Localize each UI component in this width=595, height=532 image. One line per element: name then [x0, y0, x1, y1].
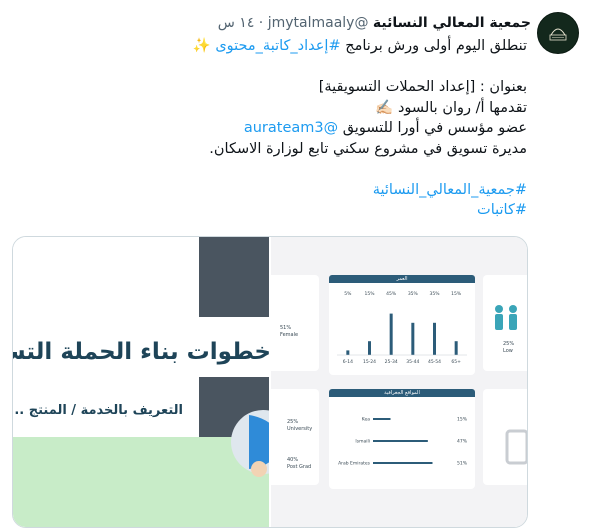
age-card: العمر 5% 6-14 15% 15-24 45% 25-34 35% 35-44 35% 4… [329, 275, 475, 375]
geo-bar [373, 418, 391, 420]
stat-card-education: 25% University 40% Post Grad [271, 389, 319, 485]
age-chart: 5% 6-14 15% 15-24 45% 25-34 35% 35-44 35% 45-54 15… [337, 291, 467, 365]
line-text: تقدمها أ/ روان بالسود ✍🏻 [375, 99, 527, 116]
age-bar [433, 322, 436, 355]
line-text: مديرة تسويق في مشروع سكني تابع لوزارة ال… [209, 140, 527, 157]
header-separator: · [258, 15, 264, 31]
tweet-line: بعنوان : [إعداد الحملات التسويقية] [107, 77, 527, 98]
geo-chart: Kea 15% Ismaili 47% Arab Emirates 51% [338, 417, 468, 467]
tweet-line: عضو مؤسس في أورا للتسويق @aurateam3 [107, 118, 527, 139]
age-bar [346, 350, 350, 355]
age-percent: 15% [364, 291, 375, 297]
geo-card-header: المواقع الجغرافية [329, 389, 475, 397]
bullet-text: التعريف بالخدمة / المنتج ... [13, 403, 183, 418]
media-gallery[interactable]: خطوات بناء الحملة التسويقية التعريف بالخ… [12, 236, 528, 528]
geo-card: المواقع الجغرافية Kea 15% Ismaili 47% Arab E… [329, 389, 475, 489]
avatar[interactable] [537, 12, 579, 54]
geo-label: Arab Emirates [338, 461, 371, 467]
tweet-line: #جمعية_المعالي_النسائية [107, 180, 527, 201]
tweet-line: مديرة تسويق في مشروع سكني تابع لوزارة ال… [107, 139, 527, 160]
hashtag-link[interactable]: #كاتبات [477, 202, 527, 218]
line-text: تنطلق اليوم أولى ورش برنامج [340, 38, 527, 54]
stat-card-gender: 51% Female [271, 275, 319, 371]
age-label: 15-24 [363, 359, 376, 365]
stat-university-label: University [287, 426, 313, 432]
age-label: 65+ [451, 359, 461, 365]
tweet-header: جمعية المعالي النسائية @jmytalmaaly · ١٤… [218, 14, 531, 32]
age-percent: 15% [451, 291, 462, 297]
tweet[interactable]: جمعية المعالي النسائية @jmytalmaaly · ١٤… [0, 0, 595, 532]
hashtag-link[interactable]: #جمعية_المعالي_النسائية [373, 182, 527, 198]
slide-bullet: التعريف بالخدمة / المنتج ... • [13, 403, 183, 418]
geo-bar [373, 462, 433, 464]
tweet-line: تنطلق اليوم أولى ورش برنامج #إعداد_كاتبة… [107, 36, 527, 57]
age-label: 25-34 [385, 359, 398, 365]
hashtag-link[interactable]: #إعداد_كاتبة_محتوى [215, 38, 340, 54]
age-bar [389, 313, 393, 355]
stat-postgrad-pct: 40% [287, 457, 299, 463]
age-percent: 5% [344, 291, 352, 297]
line-text: بعنوان : [إعداد الحملات التسويقية] [318, 79, 527, 95]
age-label: 6-14 [343, 359, 353, 365]
stat-postgrad-label: Post Grad [287, 464, 312, 470]
tweet-line: تقدمها أ/ روان بالسود ✍🏻 [107, 98, 527, 119]
age-label: 45-54 [428, 359, 441, 365]
stat-female-pct: 51% [280, 325, 292, 331]
age-label: 35-44 [406, 359, 419, 365]
stat-card-device [483, 389, 527, 485]
stat-female-label: Female [280, 332, 299, 338]
line-text: عضو مؤسس في أورا للتسويق [338, 120, 527, 136]
sparkles-emoji: ✨ [192, 38, 216, 54]
mention-link[interactable]: @aurateam3 [244, 120, 338, 136]
age-percent: 45% [386, 291, 397, 297]
tweet-line: #كاتبات [107, 200, 527, 221]
geo-percent: 15% [457, 417, 468, 423]
geo-label: Kea [362, 417, 370, 423]
age-percent: 35% [429, 291, 440, 297]
age-card-header: العمر [329, 275, 475, 283]
geo-bar [373, 440, 428, 442]
geo-label: Ismaili [355, 439, 370, 445]
stat-university-pct: 25% [287, 419, 299, 425]
media-image-2[interactable]: 51% Female 25% University 40% Post Grad … [271, 237, 527, 527]
stat-low-label: Low [503, 348, 513, 354]
device-icon [505, 429, 527, 465]
media-image-1[interactable]: خطوات بناء الحملة التسويقية التعريف بالخ… [13, 237, 269, 527]
people-icon [495, 305, 517, 330]
author-name[interactable]: جمعية المعالي النسائية [373, 15, 531, 31]
stat-low-pct: 25% [503, 341, 515, 347]
geo-percent: 47% [457, 439, 468, 445]
age-percent: 35% [408, 291, 419, 297]
age-bar [368, 341, 371, 355]
tweet-time[interactable]: ١٤ س [218, 15, 255, 31]
age-bar [411, 322, 415, 355]
author-handle[interactable]: @jmytalmaaly [268, 15, 369, 31]
geo-percent: 51% [457, 461, 468, 467]
age-bar [454, 341, 458, 355]
stat-card-people: 25% Low [483, 275, 527, 371]
tweet-text: تنطلق اليوم أولى ورش برنامج #إعداد_كاتبة… [107, 36, 527, 221]
slide-title: خطوات بناء الحملة التسويقية [13, 339, 269, 365]
